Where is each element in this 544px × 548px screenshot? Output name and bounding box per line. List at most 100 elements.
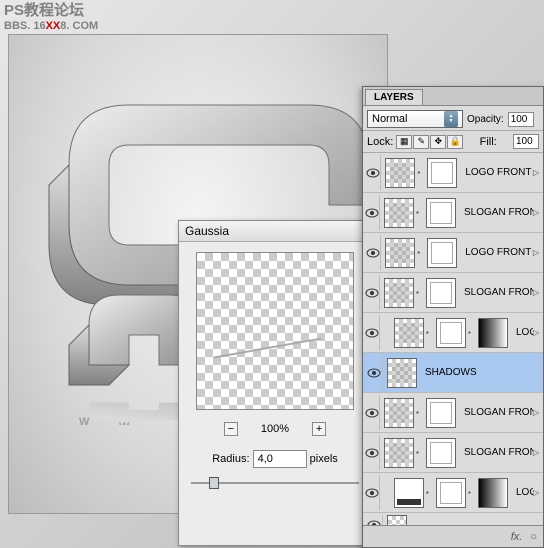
thumb-group: ▪ [380,278,460,308]
thumb-group: ▪▪ [380,318,512,348]
layer-list: ▪ LOGO FRONT A ▷ ▪ SLOGAN FRONT A ▷ ▪ LO… [363,153,543,537]
link-icon: ▪ [416,208,424,217]
layer-thumb-content[interactable] [384,398,414,428]
visibility-toggle[interactable] [365,355,383,390]
disclosure-icon[interactable]: ▷ [533,488,541,497]
blend-opacity-row: Normal Opacity: [363,106,543,131]
layer-name-label[interactable]: SLOGAN FRONT A_R [460,407,533,418]
lock-fill-row: Lock: ▦ ✎ ✥ 🔒 Fill: [363,131,543,153]
layer-name-label[interactable]: SLOGAN FRONT B [460,287,533,298]
layer-name-label[interactable]: SLOGAN FRONT A [460,207,533,218]
layer-thumb-content[interactable] [384,278,414,308]
lock-all-icon[interactable]: 🔒 [447,135,463,149]
layer-thumb-content[interactable] [384,438,414,468]
disclosure-icon[interactable]: ▷ [533,408,541,417]
layer-name-label[interactable]: LOGO FRONT B [461,247,533,258]
disclosure-icon[interactable]: ▷ [533,248,541,257]
radius-label: Radius: [212,453,249,465]
layer-name-label[interactable]: LOGO FRONT A [461,167,533,178]
visibility-toggle[interactable] [365,155,381,190]
gaussian-blur-dialog[interactable]: Gaussia − 100% + Radius: pixels [178,220,372,546]
layer-thumb-content[interactable] [384,198,414,228]
link-icon: ▪ [468,488,476,497]
radius-slider[interactable] [191,476,359,490]
layer-thumb-grad[interactable] [478,318,508,348]
fill-label: Fill: [480,136,497,148]
layer-row[interactable]: ▪ SLOGAN FRONT B_R ▷ [363,433,543,473]
layer-row[interactable]: ▪▪ LOGO FRONT A_R ▷ [363,313,543,353]
disclosure-icon[interactable]: ▷ [533,168,541,177]
svg-text:W: W [119,421,130,425]
radius-input[interactable] [253,450,307,468]
layer-row[interactable]: ▪▪ LOGO FRONT B_R ▷ [363,473,543,513]
lock-icon-group: ▦ ✎ ✥ 🔒 [396,135,463,149]
dialog-title: Gaussia [179,221,371,242]
panel-tabbar: LAYERS [363,87,543,106]
thumb-group: ▪ [380,398,460,428]
disclosure-icon[interactable]: ▷ [533,448,541,457]
slider-thumb[interactable] [209,477,219,489]
thumb-group: ▪ [380,198,460,228]
radius-unit: pixels [310,453,338,465]
layer-thumb-mask[interactable] [427,238,457,268]
filter-preview[interactable] [196,252,354,410]
layer-name-label[interactable]: SHADOWS [421,367,477,378]
layers-panel[interactable]: LAYERS Normal Opacity: Lock: ▦ ✎ ✥ 🔒 Fil… [362,86,544,548]
layer-thumb-content[interactable] [394,318,424,348]
layer-thumb-mask[interactable] [426,438,456,468]
layer-thumb-content[interactable] [385,158,415,188]
disclosure-icon[interactable]: ▷ [533,288,541,297]
fill-input[interactable] [513,134,539,149]
layer-row[interactable]: ▪ LOGO FRONT B ▷ [363,233,543,273]
layers-tab[interactable]: LAYERS [365,89,423,105]
thumb-group: ▪ [381,158,461,188]
layer-thumb-grad[interactable] [478,478,508,508]
layer-row[interactable]: ▪ SLOGAN FRONT A ▷ [363,193,543,233]
fx-icon[interactable]: fx. [511,531,523,543]
watermark-cn: PS教程论坛 [4,2,98,20]
layer-thumb-mask[interactable] [436,318,466,348]
visibility-toggle[interactable] [365,235,381,270]
visibility-toggle[interactable] [365,315,380,350]
blend-mode-select[interactable]: Normal [367,110,463,128]
layer-thumb-content[interactable] [387,358,417,388]
stepper-icon[interactable] [444,111,458,127]
disclosure-icon[interactable]: ▷ [533,328,541,337]
layer-row[interactable]: ▪ LOGO FRONT A ▷ [363,153,543,193]
layer-row[interactable]: SHADOWS [363,353,543,393]
watermark-url: BBS. 16XX8. COM [4,20,98,33]
thumb-group: ▪▪ [380,478,512,508]
radius-row: Radius: pixels [179,444,371,470]
thumb-group: ▪ [380,438,460,468]
layer-thumb-mask[interactable] [427,158,457,188]
layer-thumb-content[interactable] [385,238,415,268]
visibility-toggle[interactable] [365,435,380,470]
layer-thumb-mask[interactable] [426,398,456,428]
layer-row[interactable]: ▪ SLOGAN FRONT A_R ▷ [363,393,543,433]
thumb-group [383,358,421,388]
layer-name-label[interactable]: LOGO FRONT A_R [512,327,533,338]
visibility-toggle[interactable] [365,395,380,430]
layer-row[interactable]: ▪ SLOGAN FRONT B ▷ [363,273,543,313]
disclosure-icon[interactable]: ▷ [533,208,541,217]
layers-footer: fx. ○ [363,525,543,547]
layer-name-label[interactable]: SLOGAN FRONT B_R [460,447,533,458]
lock-position-icon[interactable]: ✥ [430,135,446,149]
layer-name-label[interactable]: LOGO FRONT B_R [512,487,533,498]
layer-thumb-mask[interactable] [436,478,466,508]
zoom-in-button[interactable]: + [312,422,326,436]
layer-thumb-mask[interactable] [426,198,456,228]
zoom-percent: 100% [261,423,289,435]
footer-dot-icon[interactable]: ○ [530,531,537,543]
visibility-toggle[interactable] [365,275,380,310]
link-icon: ▪ [426,328,434,337]
link-icon: ▪ [426,488,434,497]
layer-thumb-mask[interactable] [426,278,456,308]
zoom-out-button[interactable]: − [224,422,238,436]
visibility-toggle[interactable] [365,475,380,510]
lock-pixels-icon[interactable]: ✎ [413,135,429,149]
layer-thumb-dark[interactable] [394,478,424,508]
visibility-toggle[interactable] [365,195,380,230]
opacity-input[interactable] [508,112,534,127]
lock-transparency-icon[interactable]: ▦ [396,135,412,149]
